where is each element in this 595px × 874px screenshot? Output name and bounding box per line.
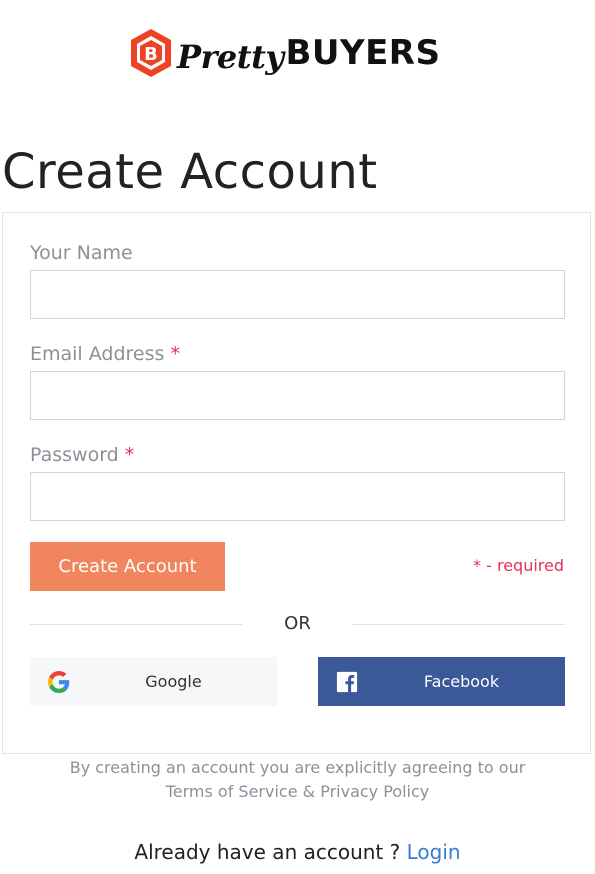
create-account-button[interactable]: Create Account bbox=[30, 542, 225, 591]
privacy-policy-link[interactable]: Privacy Policy bbox=[320, 782, 429, 801]
svg-text:B: B bbox=[144, 44, 158, 65]
terms-line-2: Terms of Service & Privacy Policy bbox=[0, 780, 595, 804]
facebook-icon bbox=[336, 671, 358, 693]
password-required-mark: * bbox=[124, 444, 135, 466]
facebook-signin-button[interactable]: Facebook bbox=[318, 657, 565, 706]
email-input[interactable] bbox=[30, 371, 565, 420]
required-note: * - required bbox=[473, 556, 564, 575]
facebook-button-label: Facebook bbox=[423, 672, 500, 691]
email-label-text: Email Address bbox=[30, 343, 165, 365]
email-required-mark: * bbox=[170, 343, 180, 365]
password-input[interactable] bbox=[30, 472, 565, 521]
terms-line-1: By creating an account you are explicitl… bbox=[69, 758, 526, 777]
terms-ampersand: & bbox=[297, 782, 321, 801]
password-label: Password * bbox=[30, 444, 134, 466]
brand-bold-text: BUYERS bbox=[285, 33, 441, 73]
or-text: OR bbox=[284, 613, 311, 634]
or-divider: OR bbox=[30, 612, 565, 636]
name-label-text: Your Name bbox=[30, 242, 133, 264]
login-prompt: Already have an account ? Login bbox=[0, 838, 595, 866]
brand-logo[interactable]: B Pretty BUYERS bbox=[128, 22, 440, 84]
brand-script-text: Pretty bbox=[177, 38, 284, 76]
password-label-text: Password bbox=[30, 444, 119, 466]
terms-of-service-link[interactable]: Terms of Service bbox=[166, 782, 298, 801]
page-title: Create Account bbox=[2, 144, 378, 200]
create-account-page: B Pretty BUYERS Create Account Your Name… bbox=[0, 0, 595, 874]
brand-mark-icon: B bbox=[131, 29, 171, 77]
google-signin-button[interactable]: Google bbox=[30, 657, 277, 706]
login-link[interactable]: Login bbox=[407, 840, 461, 864]
google-icon bbox=[48, 671, 70, 693]
name-label: Your Name bbox=[30, 242, 133, 264]
name-input[interactable] bbox=[30, 270, 565, 319]
login-prompt-text: Already have an account ? bbox=[134, 840, 407, 864]
terms-notice: By creating an account you are explicitl… bbox=[0, 756, 595, 804]
email-label: Email Address * bbox=[30, 343, 180, 365]
google-button-label: Google bbox=[145, 672, 202, 691]
